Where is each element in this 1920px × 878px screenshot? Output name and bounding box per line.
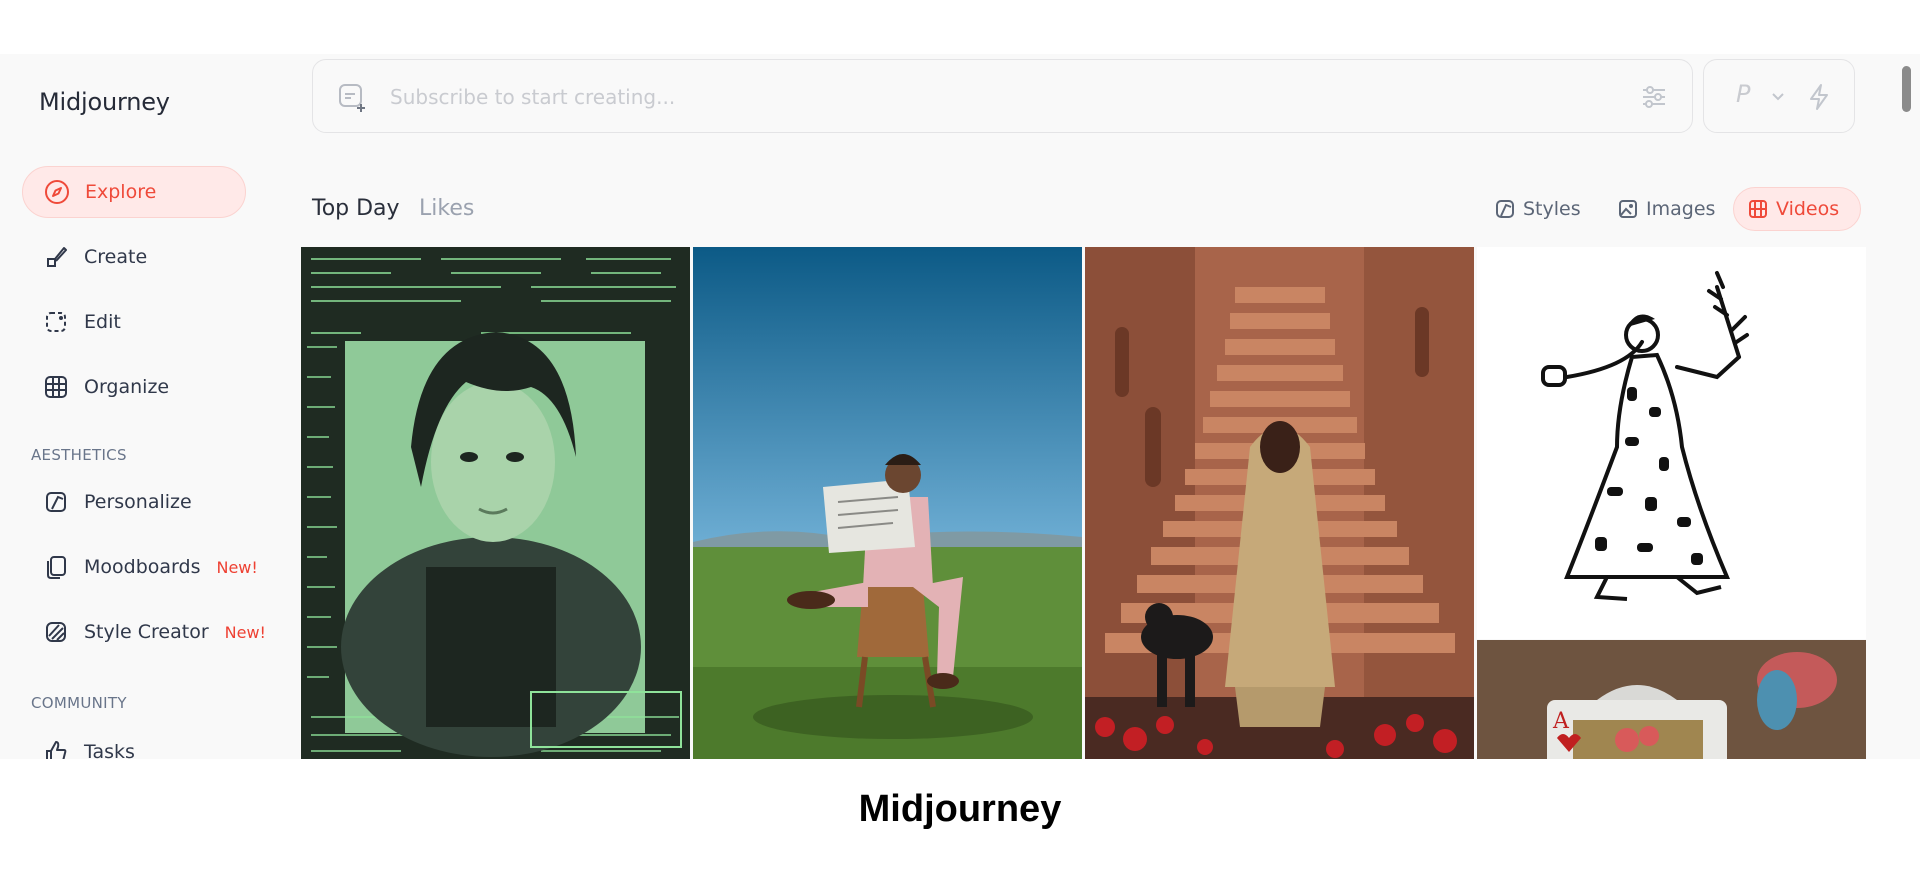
sidebar-item-label: Organize xyxy=(84,376,170,398)
new-badge: New! xyxy=(224,622,266,642)
tab-top-day[interactable]: Top Day xyxy=(312,196,400,221)
brand-logo[interactable]: Midjourney xyxy=(39,88,170,116)
sidebar-item-explore[interactable]: Explore xyxy=(22,166,246,218)
film-icon xyxy=(1748,199,1768,219)
lightning-icon[interactable] xyxy=(1806,83,1832,115)
add-image-icon[interactable] xyxy=(337,82,367,116)
sidebar-item-label: Explore xyxy=(85,181,157,203)
sidebar-item-personalize[interactable]: Personalize xyxy=(22,476,246,528)
sidebar-item-label: Tasks xyxy=(84,741,135,759)
personalize-icon xyxy=(42,488,70,516)
filter-videos[interactable]: Videos xyxy=(1733,187,1861,231)
mode-selector[interactable]: P xyxy=(1703,59,1855,133)
filter-label: Styles xyxy=(1523,198,1581,220)
tile-woman-stairs-panther[interactable] xyxy=(1085,247,1474,759)
chevron-down-icon xyxy=(1770,88,1786,107)
filter-images[interactable]: Images xyxy=(1604,187,1729,231)
tile-man-reading-newspaper-field[interactable] xyxy=(693,247,1082,759)
brush-icon xyxy=(42,243,70,271)
prompt-input[interactable] xyxy=(388,80,1572,114)
tile-ace-of-hearts-card[interactable]: A xyxy=(1477,640,1866,759)
svg-text:A: A xyxy=(1552,709,1570,734)
sidebar-item-label: Edit xyxy=(84,311,121,333)
sidebar-item-organize[interactable]: Organize xyxy=(22,361,246,413)
sidebar-item-label: Style Creator xyxy=(84,621,209,643)
filter-label: Images xyxy=(1646,198,1716,220)
style-creator-icon xyxy=(42,618,70,646)
image-icon xyxy=(1618,199,1638,219)
grid-icon xyxy=(42,373,70,401)
sidebar-item-style-creator[interactable]: Style Creator New! xyxy=(22,606,282,658)
filter-label: Videos xyxy=(1776,198,1840,220)
app-window: Midjourney Explore Create Edit Organize xyxy=(0,54,1920,759)
sidebar-item-label: Personalize xyxy=(84,491,192,513)
community-heading: COMMUNITY xyxy=(31,694,127,712)
tile-ink-sketch-woman[interactable] xyxy=(1477,247,1866,639)
mode-letter: P xyxy=(1736,80,1751,108)
prompt-bar xyxy=(312,59,1693,133)
tab-likes[interactable]: Likes xyxy=(419,196,474,221)
filter-styles[interactable]: Styles xyxy=(1481,187,1595,231)
settings-sliders-icon[interactable] xyxy=(1640,83,1668,115)
compass-icon xyxy=(43,178,71,206)
sidebar-item-create[interactable]: Create xyxy=(22,231,246,283)
sidebar-item-edit[interactable]: Edit xyxy=(22,296,246,348)
sidebar-item-label: Create xyxy=(84,246,148,268)
sidebar-item-tasks[interactable]: Tasks xyxy=(22,726,246,759)
aesthetics-heading: AESTHETICS xyxy=(31,446,127,464)
scrollbar-thumb[interactable] xyxy=(1902,66,1911,112)
edit-frame-icon xyxy=(42,308,70,336)
thumbs-up-icon xyxy=(42,738,70,759)
sidebar-item-moodboards[interactable]: Moodboards New! xyxy=(22,541,272,593)
sidebar: Midjourney Explore Create Edit Organize xyxy=(0,54,290,759)
sidebar-item-label: Moodboards xyxy=(84,556,201,578)
new-badge: New! xyxy=(216,557,258,577)
moodboards-icon xyxy=(42,553,70,581)
styles-icon xyxy=(1495,199,1515,219)
page-caption: Midjourney xyxy=(858,788,1062,830)
tile-green-terminal-portrait[interactable] xyxy=(301,247,690,759)
